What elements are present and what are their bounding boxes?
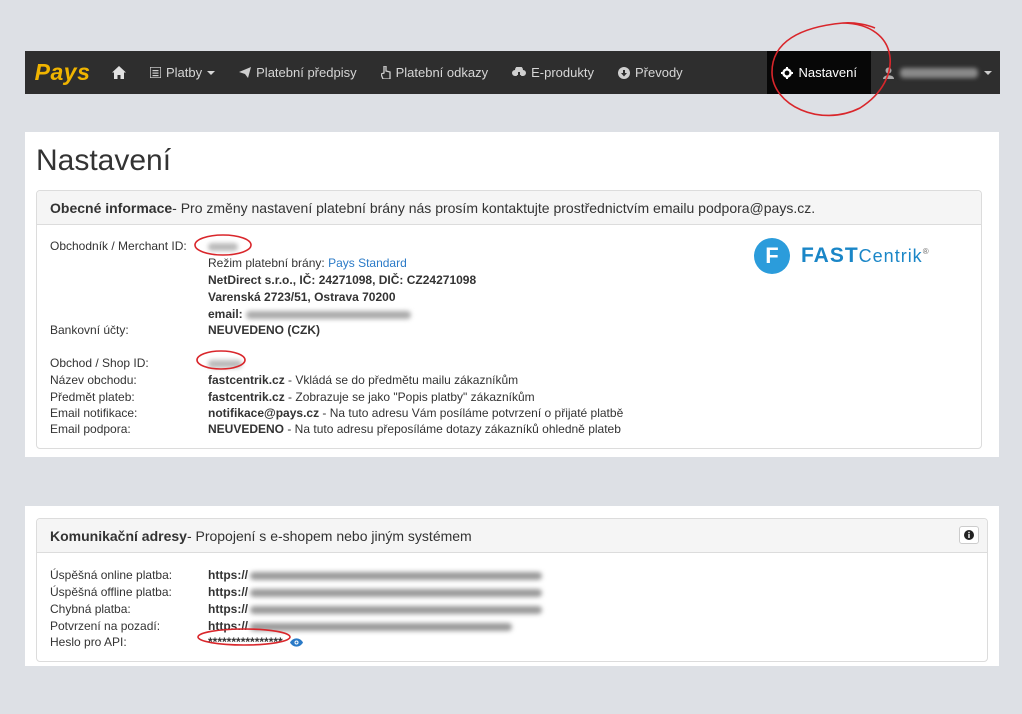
- background-confirm-label: Potvrzení na pozadí:: [50, 619, 161, 633]
- hand-pointer-icon: [380, 66, 391, 79]
- shop-name-value: fastcentrik.cz: [208, 373, 285, 387]
- comm-addresses-title: Komunikační adresy: [50, 527, 187, 544]
- nav-platebni-predpisy-label: Platební předpisy: [256, 65, 357, 80]
- nav-prevody-label: Převody: [634, 65, 683, 80]
- send-icon: [239, 67, 252, 78]
- nav-e-produkty-label: E-produkty: [531, 65, 594, 80]
- nav-platebni-odkazy[interactable]: Platební odkazy: [369, 51, 501, 94]
- user-menu[interactable]: [871, 51, 1000, 94]
- offline-payment-label: Úspěšná offline platba:: [50, 585, 172, 599]
- nav-prevody[interactable]: Převody: [606, 51, 695, 94]
- bank-accounts-label: Bankovní účty:: [50, 323, 129, 337]
- payment-subject-label: Předmět plateb:: [50, 390, 135, 404]
- shop-name-note: - Vkládá se do předmětu mailu zákazníkům: [284, 373, 519, 387]
- general-info-title: Obecné informace: [50, 199, 173, 216]
- shop-id-label: Obchod / Shop ID:: [50, 356, 149, 370]
- notify-email-note: - Na tuto adresu Vám posíláme potvrzení …: [319, 406, 624, 420]
- api-password-label: Heslo pro API:: [50, 635, 127, 649]
- general-info-heading: Obecné informace - Pro změny nastavení p…: [37, 191, 981, 225]
- company-info: NetDirect s.r.o., IČ: 24271098, DIČ: CZ2…: [208, 273, 477, 287]
- top-navbar: Pays Platby Platební předpisy Platební o…: [25, 51, 1000, 94]
- comm-addresses-card: Komunikační adresy - Propojení s e-shope…: [25, 506, 999, 666]
- gateway-mode-label: Režim platební brány:: [208, 256, 329, 270]
- bank-accounts-value: NEUVEDENO (CZK): [208, 323, 321, 337]
- nav-platby-label: Platby: [166, 65, 203, 80]
- nav-e-produkty[interactable]: E-produkty: [500, 51, 606, 94]
- chevron-down-icon: [984, 70, 992, 75]
- failed-payment-url[interactable]: https://: [208, 602, 248, 616]
- company-address: Varenská 2723/51, Ostrava 70200: [208, 290, 396, 304]
- support-email-label: Email podpora:: [50, 422, 131, 436]
- online-payment-label: Úspěšná online platba:: [50, 568, 173, 582]
- shop-id-value: [208, 356, 242, 370]
- user-icon: [883, 67, 894, 79]
- comm-addresses-heading: Komunikační adresy - Propojení s e-shope…: [37, 519, 987, 553]
- info-icon: [964, 530, 974, 540]
- gear-icon: [781, 66, 794, 79]
- nav-nastaveni[interactable]: Nastavení: [767, 51, 871, 94]
- shop-name-label: Název obchodu:: [50, 373, 137, 387]
- page-title: Nastavení: [36, 144, 172, 177]
- support-email-note: - Na tuto adresu přeposíláme dotazy záka…: [284, 422, 621, 436]
- failed-payment-label: Chybná platba:: [50, 602, 131, 616]
- circle-arrow-icon: [617, 66, 630, 79]
- api-password-value: ****************: [208, 635, 283, 649]
- gateway-mode-link[interactable]: Pays Standard: [328, 256, 407, 270]
- nav-platebni-odkazy-label: Platební odkazy: [395, 65, 489, 80]
- comm-addresses-subtitle: - Propojení s e-shopem nebo jiným systém…: [186, 527, 472, 544]
- general-info-subtitle: - Pro změny nastavení platební brány nás…: [172, 199, 816, 216]
- online-payment-url[interactable]: https://: [208, 568, 248, 582]
- email-label: email:: [208, 307, 243, 321]
- payment-subject-note: - Zobrazuje se jako "Popis platby" zákaz…: [284, 390, 535, 404]
- merchant-id-label: Obchodník / Merchant ID:: [50, 239, 187, 253]
- offline-payment-url[interactable]: https://: [208, 585, 248, 599]
- settings-card: Nastavení Obecné informace - Pro změny n…: [25, 132, 999, 457]
- nav-platebni-predpisy[interactable]: Platební předpisy: [227, 51, 368, 94]
- email-value-redacted: [246, 310, 412, 319]
- user-name-redacted: [900, 67, 978, 78]
- support-email-value: NEUVEDENO: [208, 422, 285, 436]
- home-icon[interactable]: [100, 66, 138, 79]
- chevron-down-icon: [207, 70, 216, 75]
- notify-email-value: notifikace@pays.cz: [208, 406, 320, 420]
- eye-icon[interactable]: [289, 637, 303, 647]
- payment-subject-value: fastcentrik.cz: [208, 390, 285, 404]
- nav-nastaveni-label: Nastavení: [798, 65, 857, 80]
- brand-logo[interactable]: Pays: [25, 59, 100, 86]
- notify-email-label: Email notifikace:: [50, 406, 138, 420]
- general-info-panel: Obecné informace - Pro změny nastavení p…: [36, 190, 982, 449]
- background-confirm-url[interactable]: https://: [208, 619, 248, 633]
- cloud-download-icon: [512, 67, 527, 78]
- merchant-id-value: [208, 239, 238, 253]
- nav-platby[interactable]: Platby: [138, 51, 227, 94]
- info-button[interactable]: [959, 526, 979, 544]
- list-icon: [150, 67, 161, 78]
- comm-addresses-panel: Komunikační adresy - Propojení s e-shope…: [36, 518, 988, 662]
